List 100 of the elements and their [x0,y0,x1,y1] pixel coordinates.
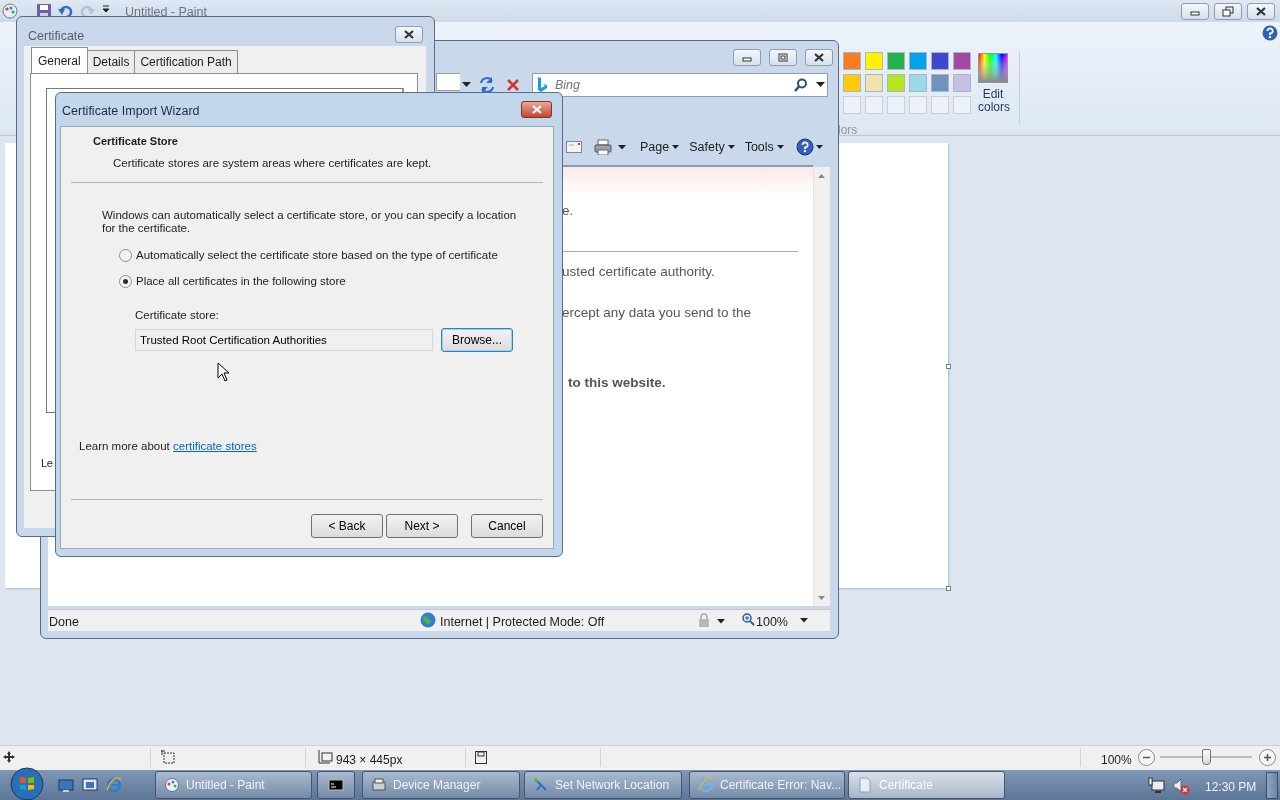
muted-speaker-icon[interactable] [1172,777,1190,795]
globe-icon [420,612,436,628]
color-swatch[interactable] [843,74,861,92]
toolbar-menu[interactable]: Tools [740,137,788,157]
dropdown-arrow-icon[interactable] [462,82,471,88]
dropdown-arrow-icon[interactable] [815,145,823,149]
edit-colors-label[interactable]: Edit colors [978,88,1008,114]
web-browser-icon [698,777,714,793]
search-field[interactable]: Bing [532,73,828,97]
show-desktop-button[interactable] [1266,772,1278,799]
dropdown-arrow-icon[interactable] [800,618,808,623]
help-icon[interactable] [1262,25,1278,41]
lock-icon[interactable] [697,613,711,627]
restore-button[interactable] [1214,3,1242,20]
zoom-slider-thumb[interactable] [1201,749,1211,765]
next-button[interactable]: Next > [386,514,458,538]
dropdown-arrow-icon[interactable] [618,144,626,150]
window-title: Certificate [28,28,85,45]
color-swatch[interactable] [843,52,861,70]
web-browser-icon[interactable] [106,777,122,793]
close-icon [530,104,543,115]
dropdown-arrow-icon[interactable] [816,82,825,88]
minimize-button[interactable] [1181,3,1209,20]
minimize-button[interactable] [733,49,761,66]
empty-color-swatch[interactable] [843,96,861,114]
start-button[interactable] [10,767,44,800]
resize-handle[interactable] [946,586,951,591]
help-link[interactable]: certificate stores [173,439,257,452]
radio-option[interactable]: Automatically select the certificate store based on the type of certificate [119,246,553,264]
maximize-button[interactable] [769,49,797,66]
resize-handle[interactable] [946,364,951,369]
page-text: ercept any data you send to the [562,303,753,322]
zoom-level-text: 100% [1101,752,1132,769]
empty-color-swatch[interactable] [865,96,883,114]
empty-color-swatch[interactable] [953,96,971,114]
scroll-down-arrow-icon[interactable] [818,596,825,600]
redo-icon[interactable] [80,3,96,19]
zoom-level-text[interactable]: 100% [756,613,788,632]
restore-icon [1222,6,1234,17]
group-label: lors [838,122,858,139]
dropdown-arrow-icon[interactable] [717,619,725,624]
toolbar-menu[interactable]: Page [636,137,684,157]
file-size-icon [475,751,487,764]
scroll-up-arrow-icon[interactable] [818,174,825,178]
bing-logo-icon [537,77,547,93]
close-button[interactable] [395,26,423,43]
dialog-tab[interactable]: Certification Path [134,50,238,73]
desktop-icon[interactable] [58,777,74,793]
rainbow-palette-icon[interactable] [978,53,1008,83]
color-swatch[interactable] [865,52,883,70]
page-text: usted certificate authority. [562,263,716,282]
browse-button[interactable]: Browse... [441,327,513,352]
color-swatch[interactable] [887,74,905,92]
color-swatch[interactable] [931,74,949,92]
close-button[interactable] [1247,3,1275,20]
close-icon [813,52,825,63]
maximize-icon [777,52,789,63]
mail-icon[interactable] [566,140,582,154]
undo-icon[interactable] [57,3,73,19]
help-icon[interactable] [795,138,814,156]
dialog-tab[interactable]: General [31,47,88,73]
close-button[interactable] [521,101,552,118]
search-icon[interactable] [794,78,808,92]
selection-icon [161,750,175,764]
caret-icon [776,145,784,149]
instruction-text: Windows can automatically select a certificate store, or you can specify a location for the certificate. [102,208,518,235]
color-swatch[interactable] [953,52,971,70]
mouse-cursor-icon [217,362,230,382]
toolbar-menu[interactable]: Safety [685,137,739,157]
color-swatch[interactable] [909,74,927,92]
back-button[interactable]: < Back [311,514,383,538]
color-swatch[interactable] [865,74,883,92]
move-cursor-icon [3,751,15,763]
color-swatch[interactable] [909,52,927,70]
radio-option[interactable]: Place all certificates in the following store [119,273,553,291]
cancel-button[interactable]: Cancel [471,514,543,538]
wizard-heading: Certificate Store [93,134,179,149]
certificate-store-field[interactable]: Trusted Root Certification Authorities [135,328,433,351]
text-fragment: Le [41,456,53,471]
refresh-icon[interactable] [479,77,495,93]
empty-color-swatch[interactable] [909,96,927,114]
dialog-tab[interactable]: Details [86,50,136,73]
paint-app-icon[interactable] [2,3,18,19]
vertical-scrollbar[interactable] [813,167,830,606]
close-button[interactable] [805,49,833,66]
color-swatch[interactable] [887,52,905,70]
zoom-magnifier-icon[interactable] [742,613,755,626]
page-text: e. [562,202,575,220]
stop-icon[interactable] [506,78,520,92]
printer-icon[interactable] [594,139,612,155]
empty-color-swatch[interactable] [931,96,949,114]
clock-time[interactable]: 12:30 PM [1205,778,1257,796]
color-swatch[interactable] [931,52,949,70]
close-icon [403,29,415,40]
color-swatch[interactable] [953,74,971,92]
network-status-icon[interactable] [1147,777,1165,793]
taskbar-button[interactable] [317,771,355,799]
empty-color-swatch[interactable] [887,96,905,114]
canvas-size-text: 943 × 445px [336,752,403,769]
window-switch-icon[interactable] [82,777,98,793]
